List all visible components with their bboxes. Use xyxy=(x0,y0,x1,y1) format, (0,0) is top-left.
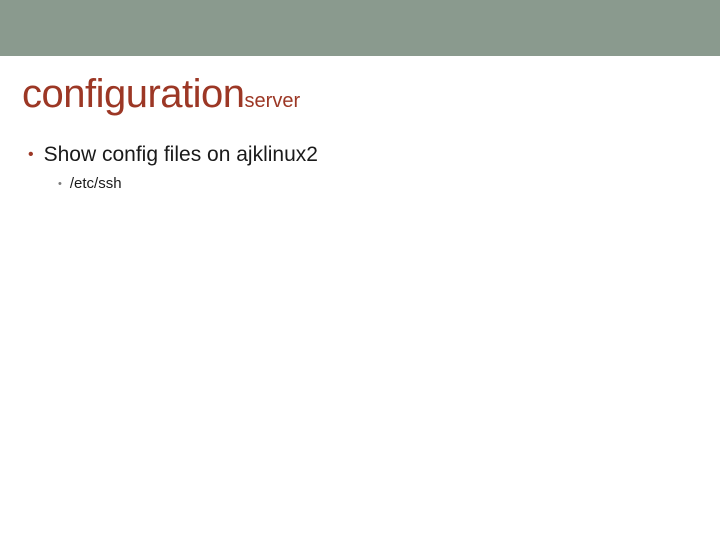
bullet-level-2: • /etc/ssh xyxy=(58,175,698,193)
bullet-dot-icon: • xyxy=(58,175,62,193)
bullet-list: • Show config files on ajklinux2 • /etc/… xyxy=(22,143,698,193)
slide-header-bar xyxy=(0,0,720,56)
title-main-text: configuration xyxy=(22,72,245,116)
bullet-dot-icon: • xyxy=(28,143,34,167)
slide-title: configurationserver xyxy=(22,72,698,117)
bullet-level-1: • Show config files on ajklinux2 xyxy=(28,143,698,167)
slide: configurationserver • Show config files … xyxy=(0,0,720,540)
slide-content: configurationserver • Show config files … xyxy=(0,56,720,193)
bullet-level-2-text: /etc/ssh xyxy=(70,175,122,193)
title-sub-text: server xyxy=(245,90,301,112)
bullet-level-1-text: Show config files on ajklinux2 xyxy=(44,143,318,167)
